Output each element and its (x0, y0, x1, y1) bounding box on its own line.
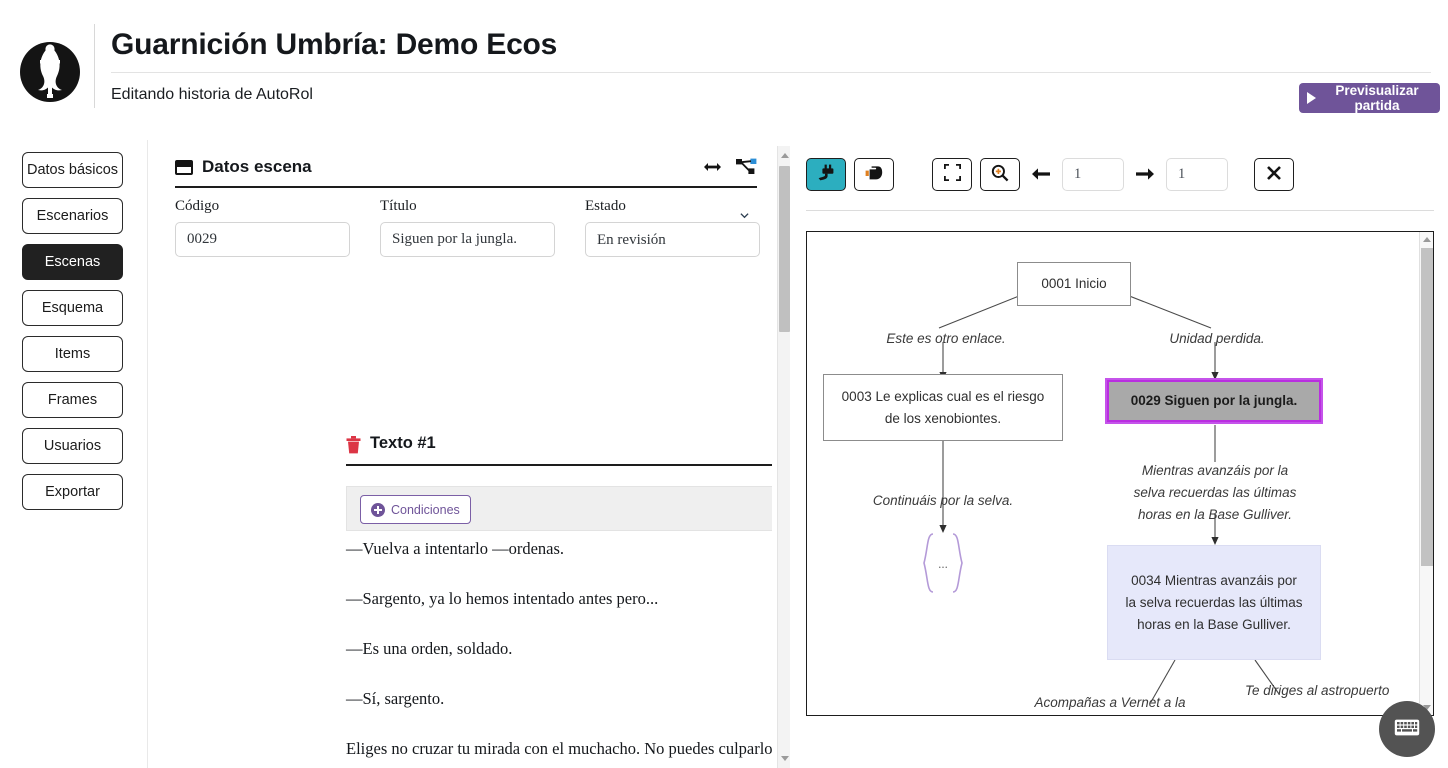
fullscreen-icon-button[interactable] (932, 157, 972, 191)
titulo-field-group: Título (380, 198, 555, 257)
fullscreen-icon (943, 163, 961, 184)
text-block-header: Texto #1 (346, 434, 772, 460)
codigo-label: Código (175, 198, 220, 214)
add-conditions-label: Condiciones (391, 502, 460, 517)
zoom-in-icon (991, 164, 1009, 185)
arrow-left-icon (1032, 168, 1050, 180)
graph-toolbar (806, 152, 1440, 196)
graph-scroll-thumb[interactable] (1421, 248, 1433, 566)
scroll-up-icon[interactable] (781, 153, 789, 158)
hand-pointer-icon-button[interactable] (854, 157, 894, 191)
sidebar-item-items[interactable]: Items (22, 336, 123, 372)
editor-scrollbar[interactable] (777, 146, 790, 768)
window-icon (175, 160, 193, 175)
scene-editor-panel: Datos escena Código 0029 Título Siguen p… (160, 146, 772, 768)
header-divider (94, 24, 95, 108)
sidebar-item-datos-basicos[interactable]: Datos básicos (22, 152, 123, 188)
sidebar-item-usuarios[interactable]: Usuarios (22, 428, 123, 464)
scroll-down-icon[interactable] (781, 756, 789, 761)
codigo-field-group: Código (175, 198, 350, 257)
sidebar-item-frames[interactable]: Frames (22, 382, 123, 418)
graph-edge-label: Mientras avanzáis por la selva recuerdas… (1133, 463, 1297, 522)
add-conditions-button[interactable]: Condiciones (360, 495, 471, 524)
app-header: Guarnición Umbría: Demo Ecos Editando hi… (0, 0, 1448, 128)
trash-icon[interactable] (346, 436, 361, 459)
estado-field-group: Estado En revisiónBorradorPublicada (585, 198, 760, 257)
hand-pointer-icon (865, 165, 883, 184)
scene-story-text[interactable]: —Vuelva a intentarlo —ordenas. —Sargento… (346, 534, 772, 768)
story-paragraph: —Vuelva a intentarlo —ordenas. (346, 539, 565, 558)
sidebar-item-escenas[interactable]: Escenas (22, 244, 123, 280)
close-graph-button[interactable] (1254, 157, 1294, 191)
graph-edge-label: Continuáis por la selva. (872, 493, 1014, 508)
project-diagram-icon[interactable] (736, 158, 757, 181)
editor-scroll-thumb[interactable] (779, 166, 790, 332)
column-divider (147, 140, 148, 768)
graph-toolbar-rule (806, 210, 1434, 211)
scene-graph-canvas[interactable]: 0001 Inicio Este es otro enlace. Unidad … (807, 232, 1421, 715)
graph-node-collapsed[interactable]: ... (919, 532, 967, 594)
prev-scene-input[interactable] (1062, 157, 1124, 191)
text-block-title: Texto #1 (370, 434, 436, 452)
app-root: Guarnición Umbría: Demo Ecos Editando hi… (0, 0, 1448, 768)
preview-game-button[interactable]: Previsualizar partida (1299, 83, 1440, 113)
graph-node-0029[interactable]: 0029 Siguen por la jungla. (1105, 378, 1323, 424)
estado-select[interactable]: En revisiónBorradorPublicada (585, 222, 760, 257)
story-paragraph: —Sí, sargento. (346, 689, 445, 708)
story-paragraph: —Sargento, ya lo hemos intentado antes p… (346, 589, 659, 608)
sidebar-item-escenarios[interactable]: Escenarios (22, 198, 123, 234)
prev-page-button[interactable] (1028, 161, 1054, 187)
keyboard-icon (1394, 718, 1420, 740)
graph-edge-label: Unidad perdida. (1169, 331, 1265, 346)
play-icon (1307, 92, 1316, 104)
scene-panel-title: Datos escena (202, 157, 312, 176)
graph-node-0003[interactable]: 0003 Le explicas cual es el riesgo de lo… (823, 374, 1063, 441)
page-title: Guarnición Umbría: Demo Ecos (111, 28, 558, 61)
sidebar-item-exportar[interactable]: Exportar (22, 474, 123, 510)
sidebar-item-esquema[interactable]: Esquema (22, 290, 123, 326)
next-scene-input[interactable] (1166, 157, 1228, 191)
graph-edge-label: Este es otro enlace. (886, 331, 1006, 346)
conditions-bar: Condiciones (346, 486, 772, 531)
story-paragraph: —Es una orden, soldado. (346, 639, 513, 658)
preview-game-label: Previsualizar partida (1335, 83, 1419, 113)
titulo-label: Título (380, 198, 417, 214)
scene-panel-header: Datos escena (175, 152, 757, 186)
graph-edge-label: Te diriges al astropuerto (1245, 683, 1390, 698)
close-icon (1266, 165, 1282, 184)
plug-icon (818, 164, 835, 184)
virtual-keyboard-button[interactable] (1379, 701, 1435, 757)
svg-text:...: ... (938, 556, 948, 571)
story-paragraph: Eliges no cruzar tu mirada con el muchac… (346, 739, 772, 758)
graph-edge-label: Acompañas a Vernet a la (1034, 695, 1186, 710)
arrow-right-icon (1136, 168, 1154, 180)
arrows-left-right-icon[interactable] (703, 159, 722, 180)
scene-panel-rule (175, 186, 757, 188)
titulo-input[interactable] (380, 222, 555, 257)
graph-node-0034[interactable]: 0034 Mientras avanzáis por la selva recu… (1107, 545, 1321, 660)
scene-graph-frame[interactable]: 0001 Inicio Este es otro enlace. Unidad … (806, 231, 1434, 716)
next-page-button[interactable] (1132, 161, 1158, 187)
title-rule (111, 72, 1431, 73)
plus-circle-icon (371, 502, 385, 517)
graph-scroll-up-icon[interactable] (1423, 237, 1431, 242)
zoom-in-icon-button[interactable] (980, 157, 1020, 191)
codigo-input[interactable] (175, 222, 350, 257)
graph-panel: 0001 Inicio Este es otro enlace. Unidad … (806, 146, 1440, 768)
sidebar-nav: Datos básicos Escenarios Escenas Esquema… (22, 152, 123, 510)
guild-sword-emblem-logo-icon (18, 36, 82, 108)
text-block-rule (346, 464, 772, 466)
plug-icon-button[interactable] (806, 157, 846, 191)
scene-fields-row: Código Título Estado En revisiónBorrador… (175, 198, 763, 257)
header-subtitle: Editando historia de AutoRol (111, 86, 313, 103)
estado-label: Estado (585, 198, 626, 214)
graph-node-0001[interactable]: 0001 Inicio (1017, 262, 1131, 306)
graph-scrollbar[interactable] (1419, 232, 1433, 715)
